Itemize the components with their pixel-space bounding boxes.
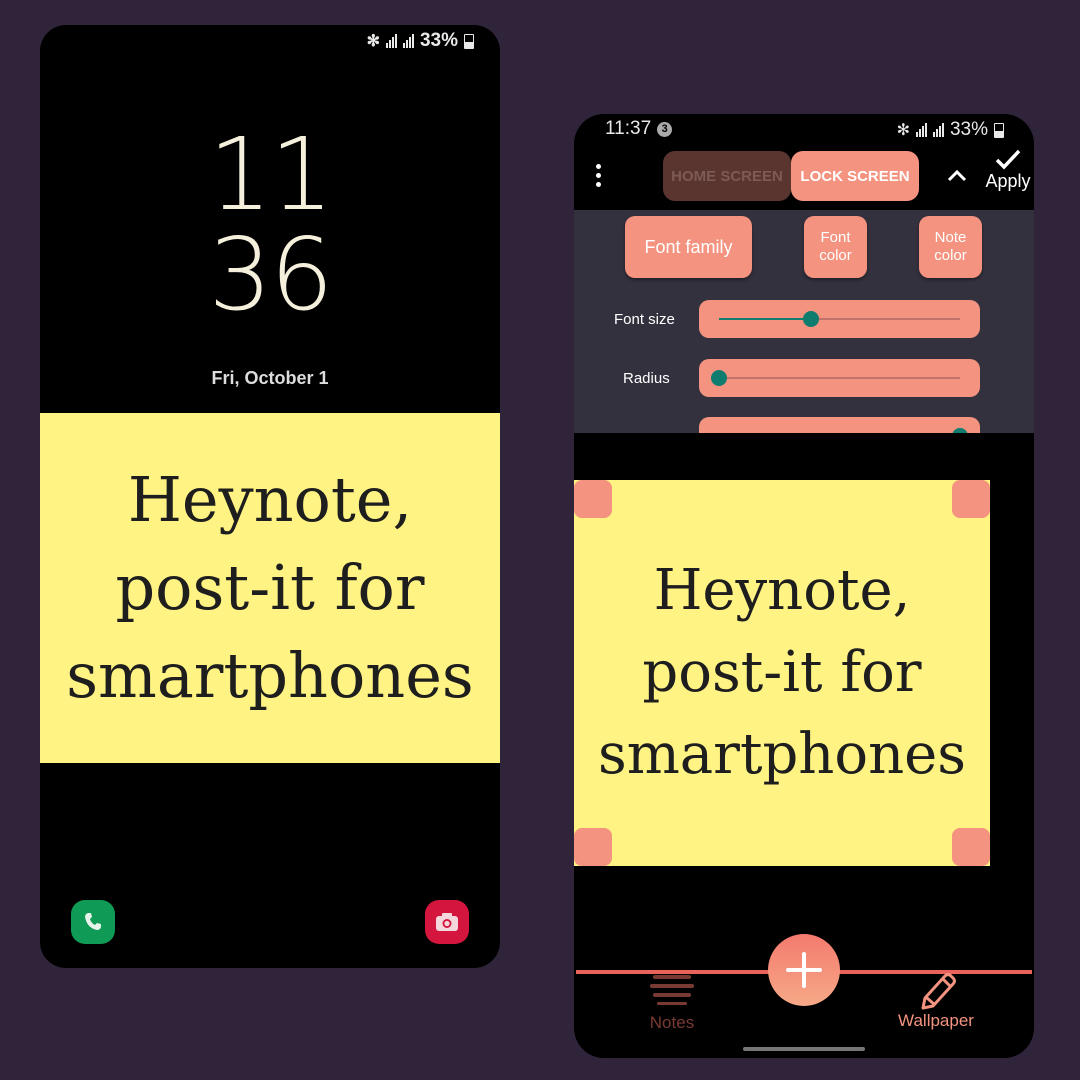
font-size-slider[interactable] [699, 300, 980, 338]
home-screen-tab[interactable]: HOME SCREEN [663, 151, 791, 201]
radius-label: Radius [623, 370, 670, 387]
phone-icon [85, 913, 101, 930]
battery-percent: 33% [949, 119, 988, 140]
status-time: 11:37 3 [605, 118, 673, 140]
more-options-icon[interactable] [596, 164, 602, 187]
status-clock: 11:37 [605, 118, 652, 139]
phone-shortcut[interactable] [71, 900, 115, 944]
note-preview[interactable]: Heynote, post-it for smartphones [574, 480, 990, 866]
apply-label: Apply [985, 171, 1031, 191]
battery-percent: 33% [419, 30, 458, 51]
resize-handle-bottom-right[interactable] [952, 828, 990, 866]
signal-icon-2 [402, 34, 414, 48]
battery-icon [464, 33, 474, 49]
nav-notes[interactable]: Notes [602, 972, 742, 1033]
pencil-icon [921, 973, 956, 1010]
font-color-button[interactable]: Font color [804, 216, 867, 278]
font-size-knob[interactable] [802, 311, 819, 327]
nav-notes-label: Notes [649, 1013, 695, 1032]
nav-wallpaper-label: Wallpaper [898, 1011, 974, 1030]
apply-button[interactable]: Apply [984, 148, 1032, 192]
editor-toolbar: HOME SCREEN LOCK SCREEN Apply [574, 148, 1034, 210]
battery-icon [994, 122, 1004, 138]
status-bar: ✻ 33% [367, 30, 474, 52]
plus-icon [786, 952, 822, 988]
style-options-panel: Font family Font color Note color Font s… [574, 210, 1034, 433]
signal-icon [915, 123, 927, 137]
font-family-button[interactable]: Font family [625, 216, 752, 278]
add-note-button[interactable] [768, 934, 840, 1006]
chevron-up-icon[interactable] [947, 168, 967, 182]
font-size-label: Font size [614, 311, 675, 328]
third-slider-knob[interactable] [952, 428, 968, 433]
camera-icon [436, 913, 458, 931]
check-icon [995, 149, 1021, 170]
signal-icon [385, 34, 397, 48]
lock-screen-tab[interactable]: LOCK SCREEN [791, 151, 919, 201]
gesture-bar [743, 1047, 865, 1051]
radius-knob[interactable] [711, 370, 727, 386]
lock-date: Fri, October 1 [211, 368, 329, 388]
radius-slider[interactable] [699, 359, 980, 397]
resize-handle-bottom-left[interactable] [574, 828, 612, 866]
note-text: Heynote, post-it for smartphones [66, 463, 474, 712]
notification-badge: 3 [657, 121, 673, 137]
nav-wallpaper[interactable]: Wallpaper [866, 972, 1006, 1031]
lock-screen-phone: ✻ 33% 11 36 Fri, October 1 Heynote, post… [40, 25, 500, 968]
resize-handle-top-left[interactable] [574, 480, 612, 518]
editor-phone: 11:37 3 ✻ 33% HOME SCREEN LOCK SCREEN Ap… [574, 114, 1034, 1058]
third-slider[interactable] [699, 417, 980, 433]
bluetooth-icon: ✻ [896, 122, 910, 139]
note-preview-text: Heynote, post-it for smartphones [597, 558, 967, 787]
resize-handle-top-right[interactable] [952, 480, 990, 518]
status-bar: ✻ 33% [897, 119, 1004, 141]
bluetooth-icon: ✻ [366, 33, 380, 50]
notes-icon [650, 975, 694, 1005]
signal-icon-2 [932, 123, 944, 137]
clock-hour: 11 [208, 116, 333, 233]
note-color-button[interactable]: Note color [919, 216, 982, 278]
camera-shortcut[interactable] [425, 900, 469, 944]
wallpaper-note: Heynote, post-it for smartphones [40, 413, 500, 763]
clock-minute: 36 [208, 216, 333, 333]
